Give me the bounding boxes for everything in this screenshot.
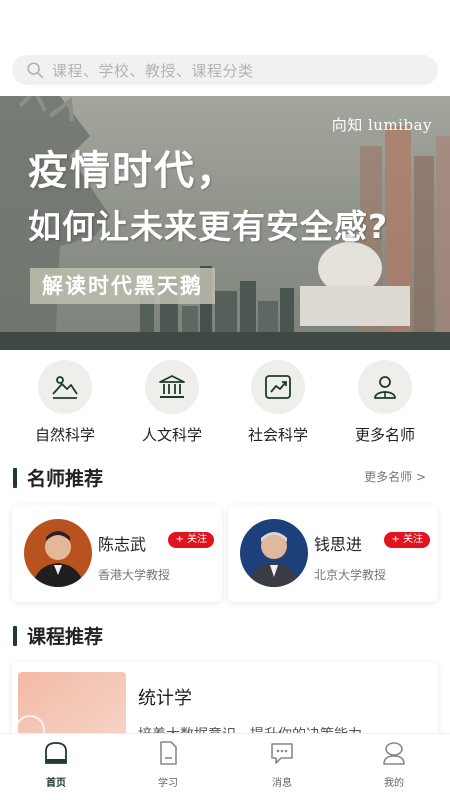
banner-title-line2: 如何让未来更有安全感? — [28, 207, 389, 246]
search-icon — [27, 62, 44, 79]
teacher-person-icon — [374, 376, 396, 399]
teacher-card[interactable]: 钱思进 + 关注 北京大学教授 — [228, 505, 438, 602]
museum-building-icon — [159, 375, 185, 398]
section-title: 课程推荐 — [27, 626, 104, 648]
tab-home[interactable]: 首页 — [16, 740, 96, 789]
tab-messages[interactable]: 消息 — [242, 740, 322, 789]
category-natural-science[interactable]: 自然科学 — [10, 360, 120, 445]
category-social-science[interactable]: 社会科学 — [223, 360, 333, 445]
category-label: 人文科学 — [141, 426, 202, 444]
category-label: 自然科学 — [34, 426, 95, 444]
course-thumbnail — [18, 672, 126, 742]
search-placeholder: 课程、学校、教授、课程分类 — [52, 61, 254, 80]
document-icon — [160, 741, 177, 765]
category-icon-wrap — [145, 360, 199, 414]
teacher-avatar — [240, 519, 308, 587]
tab-study[interactable]: 学习 — [128, 740, 208, 789]
home-icon — [45, 742, 67, 764]
search-bar[interactable]: 课程、学校、教授、课程分类 — [12, 55, 438, 85]
category-grid: 自然科学 人文科学 社会科学 更多名师 — [0, 358, 450, 450]
teacher-name: 钱思进 — [314, 535, 363, 554]
course-title: 统计学 — [138, 688, 192, 709]
category-icon-wrap — [358, 360, 412, 414]
promo-banner[interactable]: 向知 lumibay 疫情时代， 如何让未来更有安全感? 解读时代黑天鹅 — [0, 96, 450, 350]
tab-label: 消息 — [272, 778, 292, 789]
category-more-teachers[interactable]: 更多名师 — [330, 360, 440, 445]
tab-label: 学习 — [158, 778, 178, 789]
section-accent-bar — [13, 467, 17, 488]
section-header-teachers: 名师推荐 — [13, 464, 103, 491]
message-bubble-icon — [271, 743, 293, 764]
section-header-courses: 课程推荐 — [13, 622, 103, 649]
teacher-avatar — [24, 519, 92, 587]
follow-button[interactable]: + 关注 — [168, 532, 214, 548]
banner-tag: 解读时代黑天鹅 — [30, 268, 215, 304]
brand-logo: 向知 lumibay — [331, 116, 432, 134]
trend-chart-icon — [265, 375, 291, 399]
tab-profile[interactable]: 我的 — [354, 740, 434, 789]
tab-label: 首页 — [46, 778, 66, 789]
profile-icon — [383, 742, 405, 765]
category-label: 更多名师 — [354, 426, 415, 444]
section-title: 名师推荐 — [27, 468, 104, 490]
category-icon-wrap — [251, 360, 305, 414]
teacher-name: 陈志武 — [98, 535, 147, 554]
category-icon-wrap — [38, 360, 92, 414]
teacher-school: 北京大学教授 — [314, 568, 387, 582]
section-accent-bar — [13, 625, 17, 646]
mountain-landscape-icon — [52, 376, 78, 399]
tab-label: 我的 — [384, 778, 404, 789]
category-humanities[interactable]: 人文科学 — [117, 360, 227, 445]
category-label: 社会科学 — [247, 426, 308, 444]
follow-button[interactable]: + 关注 — [384, 532, 430, 548]
course-card[interactable]: 统计学 培养大数据意识，提升你的决策能力 — [12, 662, 438, 742]
more-teachers-link[interactable]: 更多名师 > — [364, 468, 426, 485]
teacher-school: 香港大学教授 — [98, 568, 171, 582]
banner-title-line1: 疫情时代， — [28, 148, 238, 194]
teacher-card[interactable]: 陈志武 + 关注 香港大学教授 — [12, 505, 222, 602]
bottom-tab-bar: 首页 学习 消息 我的 — [0, 733, 450, 800]
